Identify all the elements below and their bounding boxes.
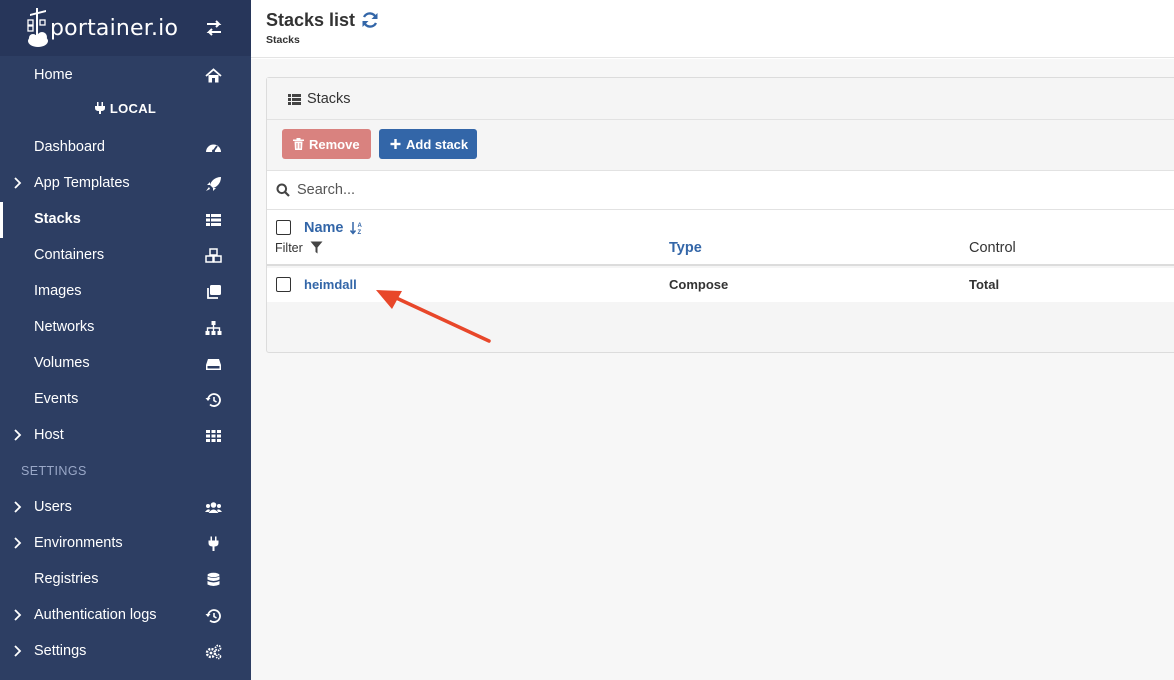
column-header-type[interactable]: Type [669, 240, 702, 256]
sidebar-item-users[interactable]: Users [0, 490, 251, 526]
history-icon [205, 393, 221, 407]
chevron-right-icon [14, 429, 22, 441]
chevron-right-icon [14, 501, 22, 513]
sidebar-item-label: Authentication logs [34, 607, 157, 623]
add-stack-button[interactable]: Add stack [379, 129, 477, 159]
sidebar-item-label: Registries [34, 571, 99, 587]
sidebar-item-label: Users [34, 499, 72, 515]
sidebar-item-environments[interactable]: Environments [0, 526, 251, 562]
th-icon [206, 430, 221, 442]
sidebar-item-label: Host [34, 427, 64, 443]
row-checkbox[interactable] [276, 277, 291, 292]
filter-label[interactable]: Filter [275, 241, 303, 255]
remove-button[interactable]: Remove [282, 129, 371, 159]
sidebar-item-containers[interactable]: Containers [0, 238, 251, 274]
filter-icon[interactable] [310, 241, 323, 254]
sidebar-item-app-templates[interactable]: App Templates [0, 166, 251, 202]
environment-label: LOCAL [0, 101, 251, 116]
sidebar-item-events[interactable]: Events [0, 382, 251, 418]
clone-icon [207, 285, 221, 299]
panel-header: Stacks [267, 78, 1174, 120]
cogs-icon [205, 644, 222, 660]
sidebar-item-stacks[interactable]: Stacks [0, 202, 251, 238]
refresh-icon[interactable] [360, 10, 380, 30]
sidebar-item-label: Stacks [34, 211, 81, 227]
logo-text: portainer.io [50, 16, 179, 41]
sidebar-item-label: Dashboard [34, 139, 105, 155]
tachometer-icon [206, 144, 221, 153]
settings-section-title: SETTINGS [21, 464, 87, 478]
active-indicator [0, 202, 3, 238]
portainer-logo-icon [27, 8, 48, 47]
stack-name-link[interactable]: heimdall [304, 277, 357, 292]
chevron-right-icon [14, 537, 22, 549]
swap-icon[interactable] [204, 19, 224, 37]
sidebar-item-settings[interactable]: Settings [0, 634, 251, 670]
stack-type: Compose [669, 277, 729, 292]
remove-button-label: Remove [309, 137, 360, 152]
column-header-name[interactable]: Name [304, 220, 344, 236]
portainer-logo[interactable]: portainer.io [26, 6, 179, 48]
chevron-right-icon [14, 645, 22, 657]
sidebar-item-label: App Templates [34, 175, 130, 191]
chevron-right-icon [14, 177, 22, 189]
annotation-arrow [376, 290, 491, 343]
plug-icon [208, 536, 219, 551]
sidebar-item-label: Networks [34, 319, 95, 335]
page-title: Stacks list [266, 10, 356, 30]
panel-title: Stacks [307, 91, 351, 107]
database-icon [207, 572, 220, 586]
search-bar [267, 170, 1174, 210]
sidebar: portainer.io Home LOCAL Dashboard App Te… [0, 0, 251, 680]
brand-bar: portainer.io [0, 0, 251, 56]
search-icon [276, 183, 290, 197]
sidebar-item-label: Environments [34, 535, 123, 551]
sidebar-item-label: Containers [34, 247, 105, 263]
sidebar-item-images[interactable]: Images [0, 274, 251, 310]
table-header: Name A Z Filter Type Control [267, 210, 1174, 266]
sort-alpha-icon[interactable]: A Z [350, 221, 364, 235]
svg-text:Z: Z [358, 230, 362, 235]
sidebar-item-dashboard[interactable]: Dashboard [0, 130, 251, 166]
sidebar-item-host[interactable]: Host [0, 418, 251, 454]
sidebar-item-label: Home [34, 67, 73, 83]
th-list-icon [288, 94, 301, 105]
svg-text:A: A [358, 223, 363, 229]
sitemap-icon [205, 321, 222, 335]
sidebar-item-volumes[interactable]: Volumes [0, 346, 251, 382]
chevron-right-icon [14, 609, 22, 621]
page-header: Stacks list Stacks [251, 0, 1174, 58]
hdd-icon [206, 359, 221, 370]
sidebar-item-label: Images [34, 283, 82, 299]
history-icon [205, 609, 221, 623]
sidebar-item-registries[interactable]: Registries [0, 562, 251, 598]
environment-name: LOCAL [109, 101, 157, 116]
cubes-icon [205, 248, 222, 263]
sidebar-item-authentication-logs[interactable]: Authentication logs [0, 598, 251, 634]
select-all-checkbox[interactable] [276, 220, 291, 235]
add-stack-button-label: Add stack [406, 137, 469, 152]
search-input[interactable] [297, 179, 897, 201]
plug-icon [94, 102, 105, 114]
th-list-icon [206, 214, 221, 226]
stack-control: Total [969, 277, 1000, 292]
trash-icon [293, 138, 304, 150]
rocket-icon [206, 177, 221, 191]
sidebar-item-label: Events [34, 391, 79, 407]
home-icon [205, 68, 222, 83]
breadcrumb[interactable]: Stacks [266, 34, 300, 46]
sidebar-item-home[interactable]: Home [0, 58, 251, 94]
sidebar-item-label: Settings [34, 643, 87, 659]
sidebar-item-label: Volumes [34, 355, 90, 371]
users-icon [205, 502, 222, 513]
plus-icon [390, 139, 401, 149]
column-header-control: Control [969, 240, 1016, 256]
sidebar-item-networks[interactable]: Networks [0, 310, 251, 346]
